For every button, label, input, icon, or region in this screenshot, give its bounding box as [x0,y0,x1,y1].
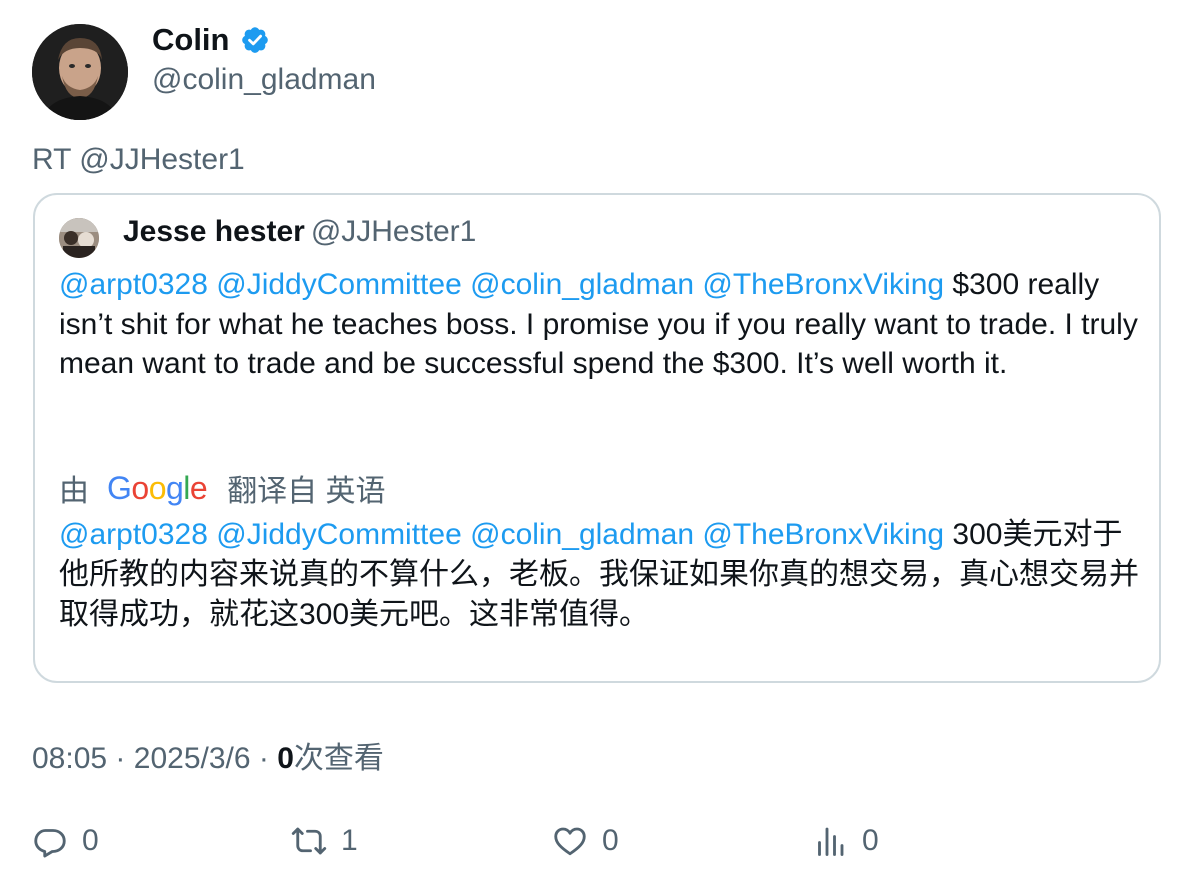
meta-separator: · [115,742,126,775]
avatar-image [32,24,128,120]
mention-link[interactable]: @JiddyCommittee [216,518,462,551]
author-name-row[interactable]: Colin [152,22,270,58]
quoted-author-header[interactable]: Jesse hester @JJHester1 [123,215,476,249]
translated-tweet-text: @arpt0328 @JiddyCommittee @colin_gladman… [59,515,1143,635]
author-handle[interactable]: @colin_gladman [152,63,376,97]
meta-separator: · [258,742,269,775]
views-button[interactable]: 0 [812,818,879,864]
translate-suffix: 翻译自 英语 [227,475,386,508]
like-button[interactable]: 0 [552,818,619,864]
reply-count: 0 [82,824,99,857]
retweet-icon [291,827,327,855]
retweet-count: 1 [341,824,358,857]
quoted-tweet-text: @arpt0328 @JiddyCommittee @colin_gladman… [59,265,1143,384]
mention-link[interactable]: @JiddyCommittee [216,268,462,301]
author-avatar[interactable] [32,24,128,120]
views-label: 次查看 [293,742,384,775]
quoted-avatar-image [59,218,99,258]
mention-link[interactable]: @colin_gladman [470,268,694,301]
translation-attribution: 由 Google 翻译自 英语 [59,466,386,510]
views-count: 0 [277,742,294,775]
author-name[interactable]: Colin [152,22,230,58]
action-bar: 0 1 0 0 [0,818,1196,864]
mention-link[interactable]: @arpt0328 [59,518,208,551]
quoted-author-name[interactable]: Jesse hester [123,215,305,248]
retweet-button[interactable]: 1 [291,818,358,864]
reply-button[interactable]: 0 [32,818,99,864]
analytics-icon [818,827,844,856]
views-action-count: 0 [862,824,879,857]
tweet-meta: 08:05 · 2025/3/6 · 0次查看 [32,733,384,777]
heart-icon [554,827,586,856]
google-logo: Google [107,469,208,506]
reply-icon [34,829,66,858]
tweet-time[interactable]: 08:05 [32,742,107,775]
like-count: 0 [602,824,619,857]
quoted-author-avatar[interactable] [59,218,99,258]
mention-link[interactable]: @TheBronxViking [702,268,944,301]
tweet-date[interactable]: 2025/3/6 [134,742,251,775]
mention-link[interactable]: @arpt0328 [59,268,208,301]
mention-link[interactable]: @TheBronxViking [702,518,944,551]
verified-badge-icon [241,27,268,53]
quoted-author-handle[interactable]: @JJHester1 [311,215,477,248]
translate-prefix: 由 [59,475,89,508]
quoted-tweet-card[interactable]: Jesse hester @JJHester1 @arpt0328 @JiddyC… [33,193,1161,683]
retweet-label: RT @JJHester1 [32,143,245,176]
mention-link[interactable]: @colin_gladman [470,518,694,551]
